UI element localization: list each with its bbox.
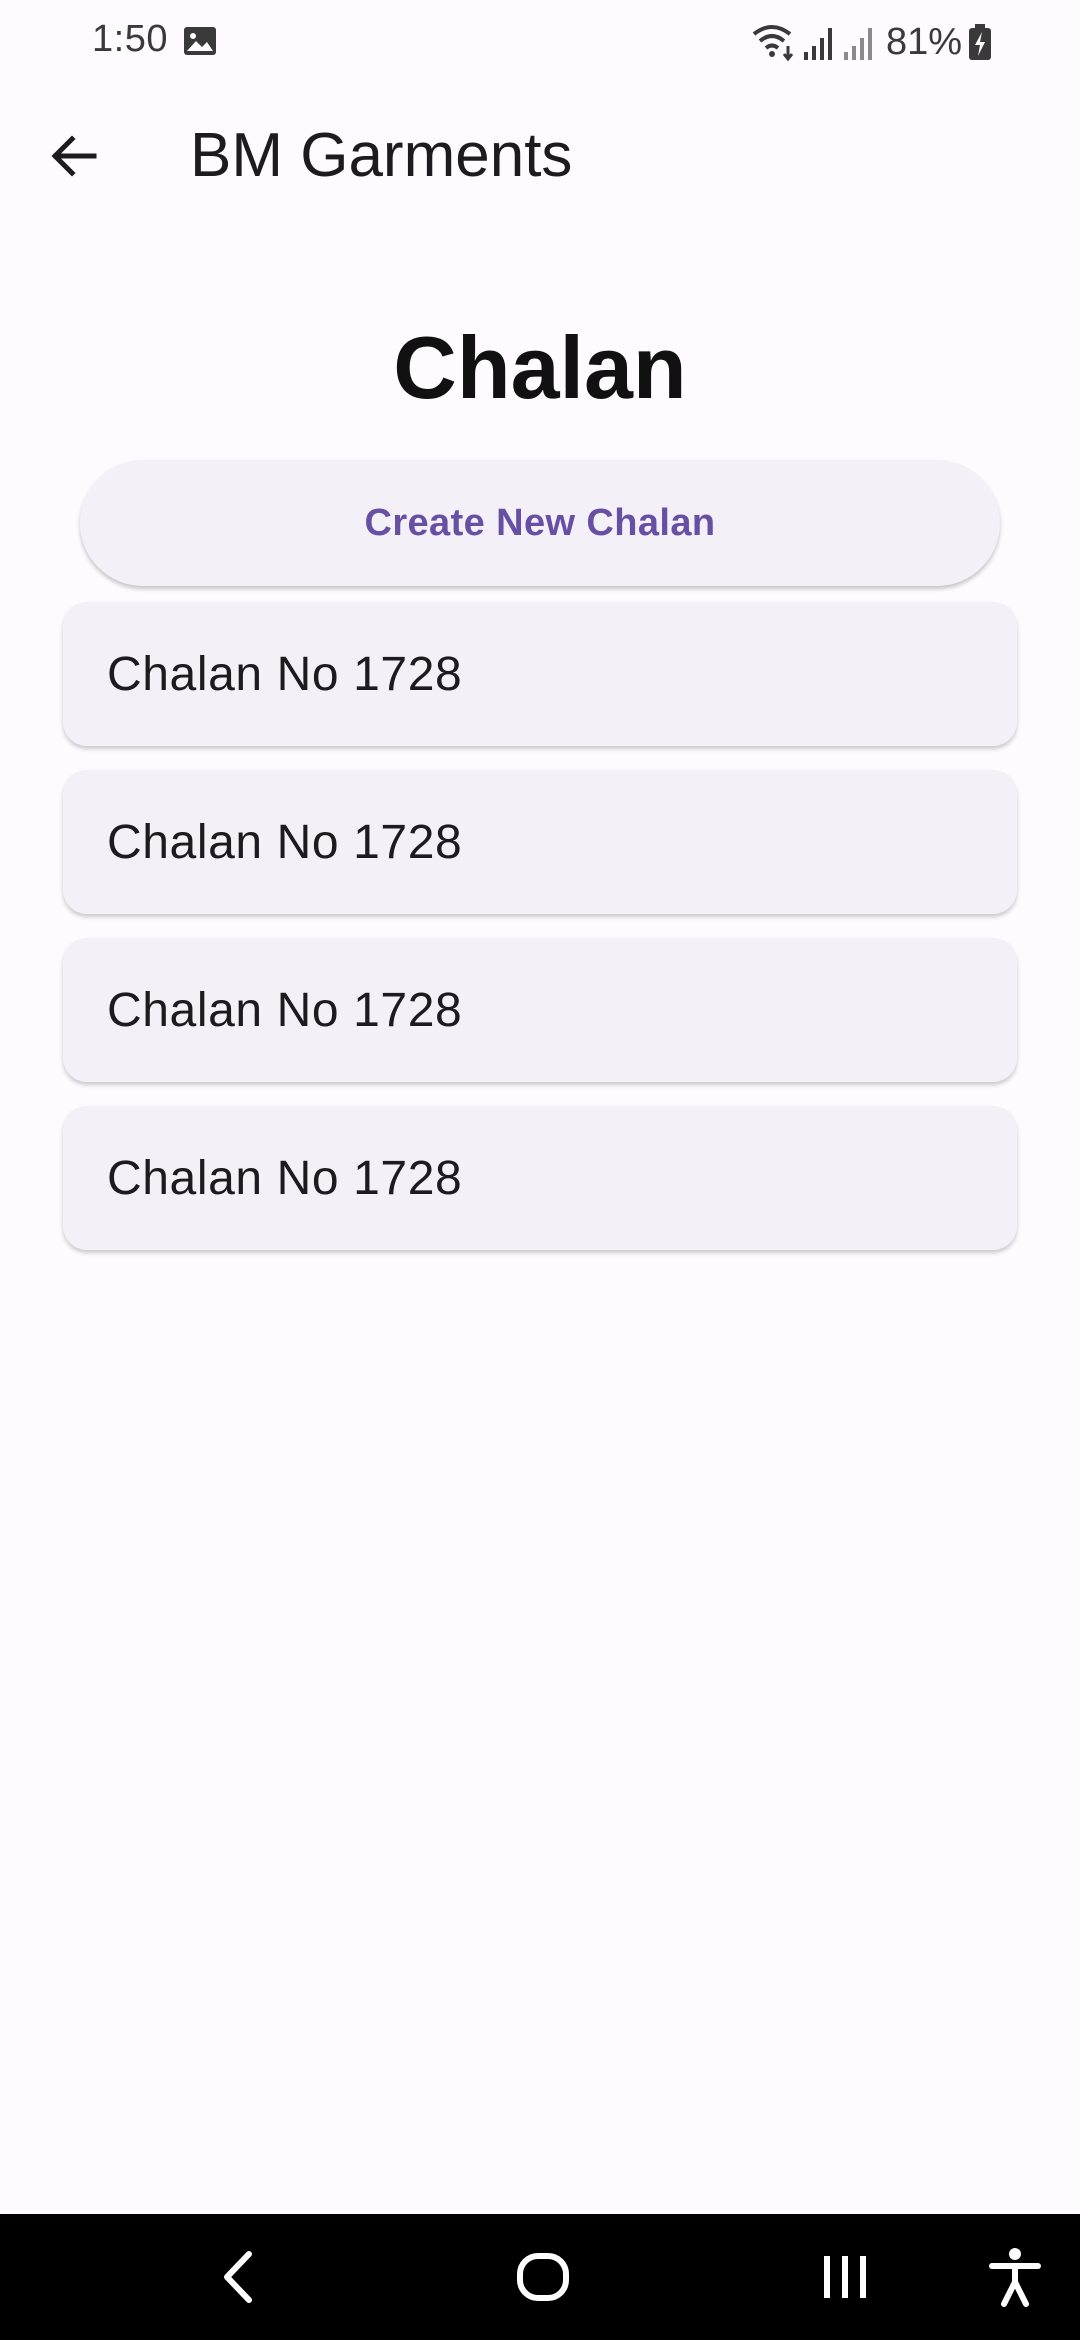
nav-back-icon[interactable]	[205, 2242, 275, 2312]
signal-icon	[803, 28, 832, 60]
battery-charging-icon	[969, 24, 991, 60]
wifi-icon	[752, 25, 794, 62]
gallery-icon	[184, 27, 216, 55]
status-time: 1:50	[92, 18, 168, 60]
app-bar: BM Garments	[0, 84, 1080, 228]
list-item[interactable]: Chalan No 1728	[63, 938, 1017, 1082]
list-item[interactable]: Chalan No 1728	[63, 1106, 1017, 1250]
chalan-label: Chalan No 1728	[107, 983, 463, 1037]
page-title: Chalan	[393, 318, 687, 417]
battery-percentage: 81%	[885, 20, 962, 63]
app-title: BM Garments	[190, 121, 573, 190]
arrow-back-icon[interactable]	[44, 126, 104, 186]
list-item[interactable]: Chalan No 1728	[63, 770, 1017, 914]
nav-home-icon[interactable]	[508, 2242, 578, 2312]
chalan-label: Chalan No 1728	[107, 647, 463, 701]
chalan-list: Chalan No 1728 Chalan No 1728 Chalan No …	[63, 602, 1017, 1274]
accessibility-icon[interactable]	[980, 2242, 1050, 2312]
create-new-chalan-button[interactable]: Create New Chalan	[80, 460, 1000, 586]
list-item[interactable]: Chalan No 1728	[63, 602, 1017, 746]
status-bar: 1:50 81%	[0, 0, 1080, 84]
status-indicators: 81%	[752, 18, 992, 66]
signal-icon	[843, 28, 872, 60]
system-navigation-bar	[0, 2214, 1080, 2340]
chalan-label: Chalan No 1728	[107, 1151, 463, 1205]
chalan-label: Chalan No 1728	[107, 815, 463, 869]
nav-recents-icon[interactable]	[810, 2242, 880, 2312]
